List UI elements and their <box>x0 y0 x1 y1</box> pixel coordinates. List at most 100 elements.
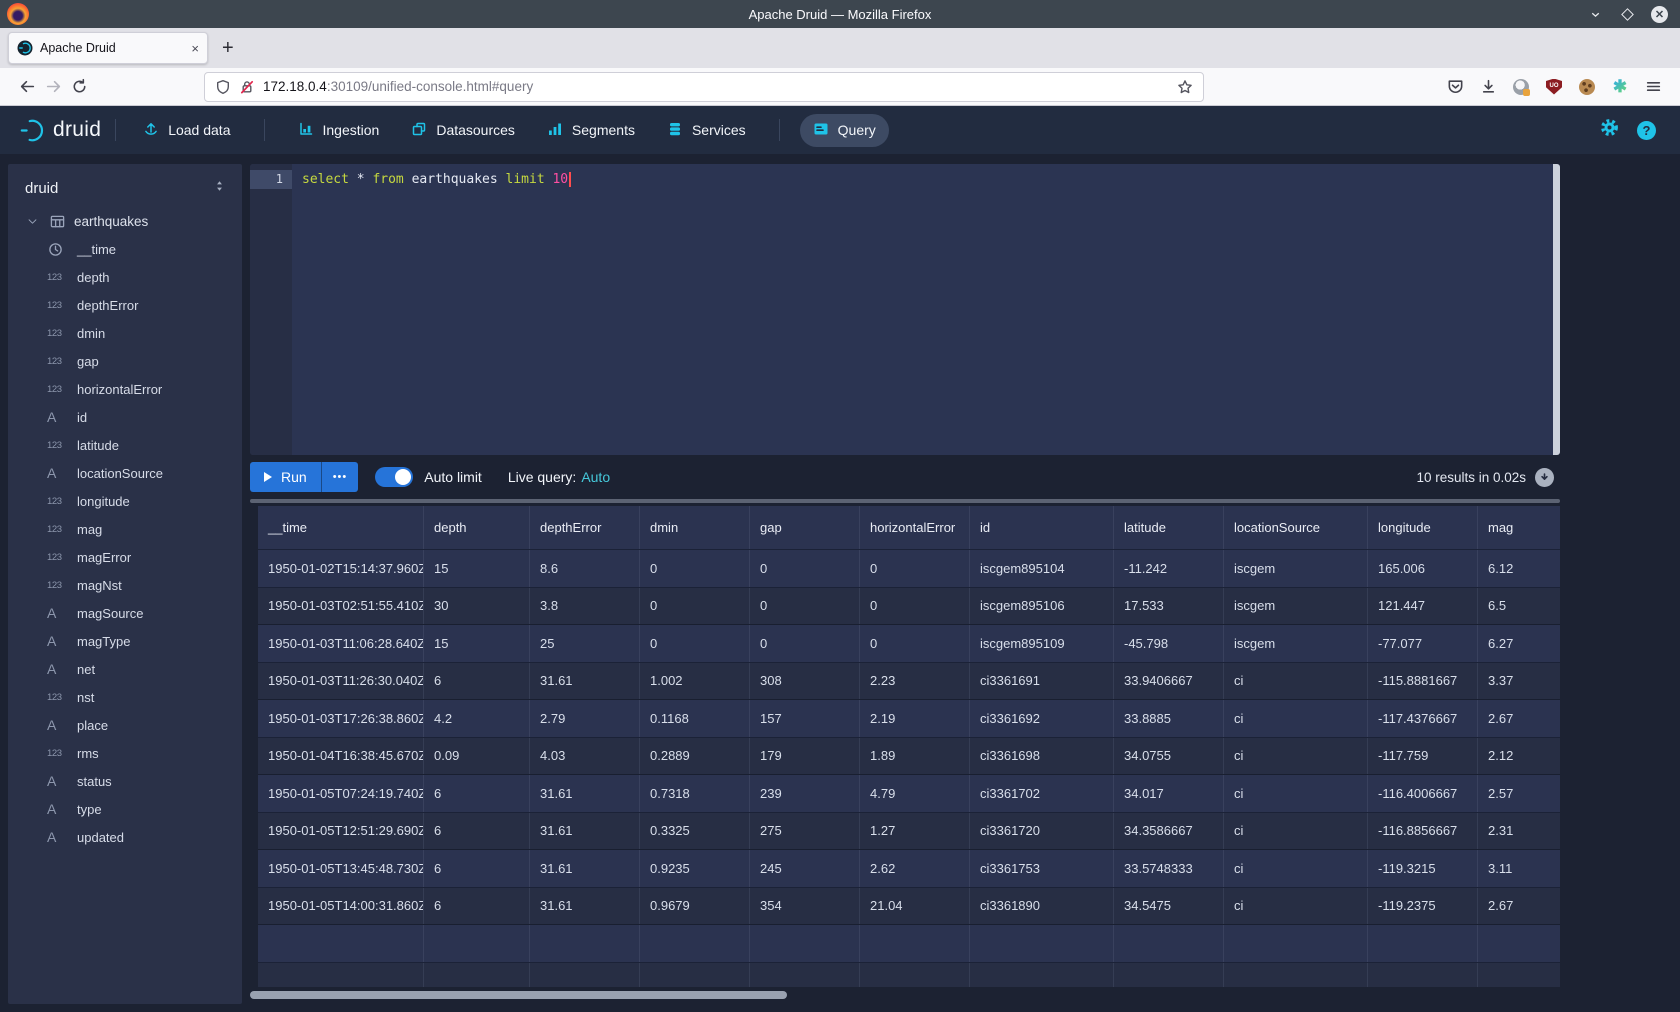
nav-item-query[interactable]: Query <box>800 114 889 147</box>
reload-icon[interactable] <box>66 74 92 100</box>
results-row-6-cell-gap[interactable]: 179 <box>750 738 860 775</box>
sidebar-column-locationSource[interactable]: AlocationSource <box>8 459 242 487</box>
results-row-3-cell-__time[interactable]: 1950-01-03T11:06:28.640Z <box>258 625 424 662</box>
sidebar-column-type[interactable]: Atype <box>8 795 242 823</box>
download-results-icon[interactable] <box>1535 468 1554 487</box>
ublock-origin-icon[interactable]: UO <box>1545 78 1563 96</box>
results-row-8-cell-mag[interactable]: 2.31 <box>1478 813 1560 850</box>
sidebar-column-rms[interactable]: 123rms <box>8 739 242 767</box>
results-row-10-cell-id[interactable]: ci3361890 <box>970 888 1114 925</box>
results-row-7-cell-dmin[interactable]: 0.7318 <box>640 775 750 812</box>
results-row-2-cell-locationSource[interactable]: iscgem <box>1224 588 1368 625</box>
results-row-9-cell-depth[interactable]: 6 <box>424 850 530 887</box>
results-row-3-cell-dmin[interactable]: 0 <box>640 625 750 662</box>
sidebar-column-place[interactable]: Aplace <box>8 711 242 739</box>
results-row-10-cell-depthError[interactable]: 31.61 <box>530 888 640 925</box>
new-tab-button[interactable]: + <box>222 38 234 58</box>
results-row-3-cell-locationSource[interactable]: iscgem <box>1224 625 1368 662</box>
results-row-3-cell-gap[interactable]: 0 <box>750 625 860 662</box>
results-row-3-cell-latitude[interactable]: -45.798 <box>1114 625 1224 662</box>
tab-close-icon[interactable]: × <box>191 41 199 56</box>
results-row-5-cell-gap[interactable]: 157 <box>750 700 860 737</box>
results-row-10-cell-locationSource[interactable]: ci <box>1224 888 1368 925</box>
results-row-5-cell-depth[interactable]: 4.2 <box>424 700 530 737</box>
results-header-row-cell-mag[interactable]: mag <box>1478 506 1560 549</box>
results-row-5-cell-locationSource[interactable]: ci <box>1224 700 1368 737</box>
sidebar-column-magNst[interactable]: 123magNst <box>8 571 242 599</box>
results-row-2-cell-longitude[interactable]: 121.447 <box>1368 588 1478 625</box>
maximize-icon[interactable] <box>1619 6 1635 22</box>
results-row-10-cell-longitude[interactable]: -119.2375 <box>1368 888 1478 925</box>
results-row-6-cell-dmin[interactable]: 0.2889 <box>640 738 750 775</box>
results-row-5-cell-depthError[interactable]: 2.79 <box>530 700 640 737</box>
results-row-3-cell-id[interactable]: iscgem895109 <box>970 625 1114 662</box>
results-row-1-cell-depth[interactable]: 15 <box>424 550 530 587</box>
results-row-4-cell-gap[interactable]: 308 <box>750 663 860 700</box>
results-header-row-cell-locationSource[interactable]: locationSource <box>1224 506 1368 549</box>
results-row-8-cell-gap[interactable]: 275 <box>750 813 860 850</box>
results-row-7-cell-depth[interactable]: 6 <box>424 775 530 812</box>
results-row-8-cell-dmin[interactable]: 0.3325 <box>640 813 750 850</box>
sidebar-column-mag[interactable]: 123mag <box>8 515 242 543</box>
results-row-5-cell-latitude[interactable]: 33.8885 <box>1114 700 1224 737</box>
results-row-9-cell-id[interactable]: ci3361753 <box>970 850 1114 887</box>
sidebar-column-magError[interactable]: 123magError <box>8 543 242 571</box>
results-row-9-cell-dmin[interactable]: 0.9235 <box>640 850 750 887</box>
results-row-1-cell-id[interactable]: iscgem895104 <box>970 550 1114 587</box>
editor-scrollbar[interactable] <box>1553 164 1560 455</box>
results-row-4-cell-locationSource[interactable]: ci <box>1224 663 1368 700</box>
close-icon[interactable]: ✕ <box>1651 6 1668 23</box>
results-row-8-cell-locationSource[interactable]: ci <box>1224 813 1368 850</box>
results-row-2-cell-mag[interactable]: 6.5 <box>1478 588 1560 625</box>
url-bar[interactable]: 172.18.0.4:30109/unified-console.html#qu… <box>204 72 1204 102</box>
results-row-10-cell-latitude[interactable]: 34.5475 <box>1114 888 1224 925</box>
results-row-7-cell-depthError[interactable]: 31.61 <box>530 775 640 812</box>
results-row-3-cell-mag[interactable]: 6.27 <box>1478 625 1560 662</box>
results-row-1-cell-__time[interactable]: 1950-01-02T15:14:37.960Z <box>258 550 424 587</box>
results-row-4-cell-depthError[interactable]: 31.61 <box>530 663 640 700</box>
results-row-1-cell-mag[interactable]: 6.12 <box>1478 550 1560 587</box>
sidebar-column-dmin[interactable]: 123dmin <box>8 319 242 347</box>
results-header-row-cell-latitude[interactable]: latitude <box>1114 506 1224 549</box>
results-row-2-cell-id[interactable]: iscgem895106 <box>970 588 1114 625</box>
results-row-3-cell-horizontalError[interactable]: 0 <box>860 625 970 662</box>
results-row-2-cell-__time[interactable]: 1950-01-03T02:51:55.410Z <box>258 588 424 625</box>
nav-item-segments[interactable]: Segments <box>534 114 648 147</box>
multi-account-containers-icon[interactable]: ✱ <box>1611 78 1629 96</box>
results-row-1-cell-latitude[interactable]: -11.242 <box>1114 550 1224 587</box>
results-row-1-cell-depthError[interactable]: 8.6 <box>530 550 640 587</box>
results-row-5-cell-__time[interactable]: 1950-01-03T17:26:38.860Z <box>258 700 424 737</box>
results-row-3-cell-depthError[interactable]: 25 <box>530 625 640 662</box>
results-row-7-cell-horizontalError[interactable]: 4.79 <box>860 775 970 812</box>
druid-logo[interactable]: druid <box>18 117 101 144</box>
tracking-shield-icon[interactable] <box>215 79 231 95</box>
results-row-4-cell-latitude[interactable]: 33.9406667 <box>1114 663 1224 700</box>
pocket-icon[interactable] <box>1446 78 1464 96</box>
results-row-1-cell-dmin[interactable]: 0 <box>640 550 750 587</box>
results-row-9-cell-depthError[interactable]: 31.61 <box>530 850 640 887</box>
results-row-10-cell-depth[interactable]: 6 <box>424 888 530 925</box>
results-row-10-cell-mag[interactable]: 2.67 <box>1478 888 1560 925</box>
results-row-7-cell-id[interactable]: ci3361702 <box>970 775 1114 812</box>
results-header-row-cell-gap[interactable]: gap <box>750 506 860 549</box>
sidebar-column-magSource[interactable]: AmagSource <box>8 599 242 627</box>
results-row-5-cell-longitude[interactable]: -117.4376667 <box>1368 700 1478 737</box>
sidebar-column-gap[interactable]: 123gap <box>8 347 242 375</box>
results-row-8-cell-horizontalError[interactable]: 1.27 <box>860 813 970 850</box>
url-text[interactable]: 172.18.0.4:30109/unified-console.html#qu… <box>263 79 1169 94</box>
results-row-5-cell-id[interactable]: ci3361692 <box>970 700 1114 737</box>
results-row-8-cell-depthError[interactable]: 31.61 <box>530 813 640 850</box>
nav-item-ingestion[interactable]: Ingestion <box>285 114 393 147</box>
results-row-5-cell-dmin[interactable]: 0.1168 <box>640 700 750 737</box>
results-row-6-cell-depth[interactable]: 0.09 <box>424 738 530 775</box>
results-row-4-cell-mag[interactable]: 3.37 <box>1478 663 1560 700</box>
bookmark-star-icon[interactable] <box>1177 79 1193 95</box>
sidebar-column-id[interactable]: Aid <box>8 403 242 431</box>
results-row-7-cell-latitude[interactable]: 34.017 <box>1114 775 1224 812</box>
cookie-extension-icon[interactable] <box>1578 78 1596 96</box>
results-row-7-cell-__time[interactable]: 1950-01-05T07:24:19.740Z <box>258 775 424 812</box>
results-row-9-cell-horizontalError[interactable]: 2.62 <box>860 850 970 887</box>
run-button[interactable]: Run <box>250 462 322 492</box>
results-row-9-cell-mag[interactable]: 3.11 <box>1478 850 1560 887</box>
sidebar-column-depthError[interactable]: 123depthError <box>8 291 242 319</box>
